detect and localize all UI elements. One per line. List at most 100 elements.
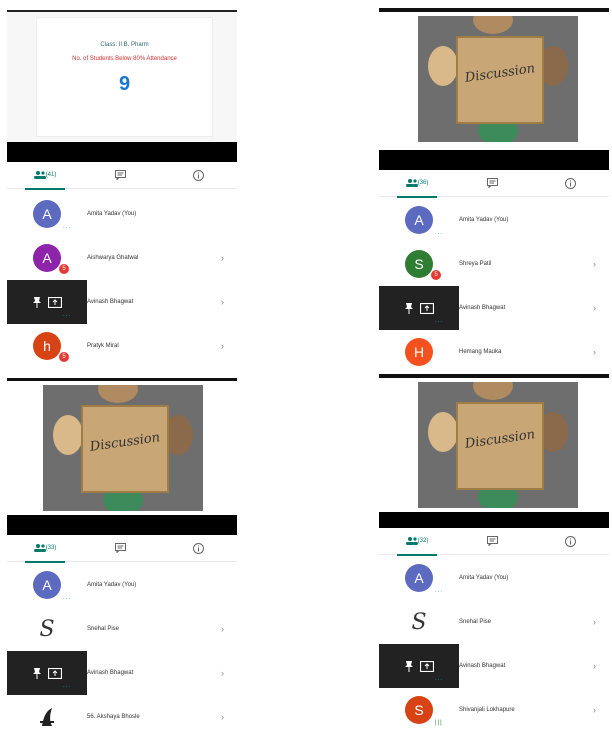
info-icon [564, 535, 576, 547]
participant-row-presenting[interactable]: ... Avinash Bhagwat › [7, 280, 237, 324]
video-black-bar [7, 142, 237, 162]
tab-info[interactable] [185, 162, 211, 188]
chevron-right-icon: › [593, 661, 596, 671]
pin-icon [405, 661, 413, 672]
participant-name: Snehal Pise [87, 626, 120, 632]
video-black-bar [7, 515, 237, 535]
participant-row[interactable]: h 5 Pratyk Miral › [7, 324, 237, 368]
participant-list: A ... Amita Yadav (You) S 5 Shreya Patil… [379, 198, 609, 374]
meet-screenshot-3: Discussion (33) A ... Amita Yadav (You) … [7, 378, 237, 737]
people-count: (33) [45, 545, 57, 551]
chat-icon [114, 170, 126, 180]
chat-icon [486, 178, 498, 188]
chevron-right-icon: › [593, 705, 596, 715]
avatar-signature: S [411, 609, 427, 635]
chat-icon [114, 543, 126, 553]
info-icon [192, 542, 204, 554]
participant-row[interactable]: A ... Amita Yadav (You) [7, 563, 237, 607]
tab-info[interactable] [557, 528, 583, 554]
participant-row-presenting[interactable]: ... Avinash Bhagwat › [379, 286, 609, 330]
tab-info[interactable] [185, 535, 211, 561]
participant-row-presenting[interactable]: ... Avinash Bhagwat › [7, 651, 237, 695]
participant-row[interactable]: 56. Akshaya Bhosle › [7, 695, 237, 737]
avatar: h [33, 332, 61, 360]
tab-people[interactable]: (32) [397, 528, 437, 556]
chevron-right-icon: › [221, 712, 224, 722]
more-dots-icon: ... [435, 676, 444, 682]
participant-name: Avinash Bhagwat [87, 299, 134, 305]
tab-people[interactable]: (41) [25, 162, 65, 190]
people-icon [405, 179, 418, 187]
slide-card: Class: II B. Pharm No. of Students Below… [37, 18, 212, 136]
participant-row[interactable]: H Hemang Mauka › [379, 330, 609, 374]
presentation-slide: Class: II B. Pharm No. of Students Below… [7, 12, 237, 142]
participant-list: A ... Amita Yadav (You) S Snehal Pise › … [379, 556, 609, 732]
participant-name: Amita Yadav (You) [459, 575, 509, 581]
tab-bar: (41) [7, 162, 237, 190]
slide-value: 9 [118, 73, 131, 95]
chevron-right-icon: › [221, 668, 224, 678]
participant-row[interactable]: S ||| Shivanjali Lokhapure › [379, 688, 609, 732]
people-icon [33, 544, 46, 552]
meet-screenshot-2: Discussion (36) A ... Amita Yadav (You) … [379, 8, 609, 374]
slide-heading: No. of Students Below 80% Attendance [72, 56, 177, 62]
tab-info[interactable] [557, 170, 583, 196]
participant-row[interactable]: A ... Amita Yadav (You) [7, 192, 237, 236]
slide-class-line: Class: II B. Pharm [100, 42, 149, 48]
tab-chat[interactable] [107, 535, 133, 561]
participant-name: Avinash Bhagwat [87, 670, 134, 676]
info-icon [564, 177, 576, 189]
participant-name: Shivanjali Lokhapure [459, 707, 515, 713]
chevron-right-icon: › [593, 617, 596, 627]
avatar: A [405, 206, 433, 234]
participant-row[interactable]: A ... Amita Yadav (You) [379, 198, 609, 242]
presentation-photo: Discussion [418, 16, 578, 142]
participant-row[interactable]: S Snehal Pise › [379, 600, 609, 644]
avatar: H [405, 338, 433, 366]
present-screen-icon [420, 660, 434, 672]
audio-level-icon: ||| [435, 720, 443, 726]
participant-name: 56. Akshaya Bhosle [87, 714, 140, 720]
people-icon [33, 171, 46, 179]
presentation-photo: Discussion [418, 382, 578, 508]
participant-name: Avinash Bhagwat [459, 663, 506, 669]
pin-icon [405, 303, 413, 314]
participant-list: A ... Amita Yadav (You) A 5 Aishwarya Gh… [7, 192, 237, 368]
more-dots-icon: ... [435, 230, 444, 236]
participant-row[interactable]: S 5 Shreya Patil › [379, 242, 609, 286]
tab-bar: (33) [7, 535, 237, 563]
chevron-right-icon: › [221, 297, 224, 307]
more-dots-icon: ... [63, 312, 72, 318]
avatar: A [33, 571, 61, 599]
board-label: Discussion [463, 61, 536, 86]
tab-people[interactable]: (36) [397, 170, 437, 198]
avatar-signature: S [39, 616, 55, 642]
chevron-right-icon: › [593, 303, 596, 313]
participant-row[interactable]: S Snehal Pise › [7, 607, 237, 651]
more-dots-icon: ... [63, 595, 72, 601]
participant-row[interactable]: A ... Amita Yadav (You) [379, 556, 609, 600]
tab-chat[interactable] [479, 528, 505, 554]
participant-name: Amita Yadav (You) [87, 211, 137, 217]
participant-row[interactable]: A 5 Aishwarya Ghatwal › [7, 236, 237, 280]
people-icon [405, 537, 418, 545]
avatar: A [33, 244, 61, 272]
tab-chat[interactable] [107, 162, 133, 188]
people-count: (36) [417, 180, 429, 186]
more-dots-icon: ... [63, 224, 72, 230]
people-count: (41) [45, 172, 57, 178]
status-badge: 5 [431, 270, 441, 280]
board-label: Discussion [463, 427, 536, 452]
participant-name: Aishwarya Ghatwal [87, 255, 139, 261]
avatar-logo-icon [40, 708, 54, 726]
tab-chat[interactable] [479, 170, 505, 196]
tab-people[interactable]: (33) [25, 535, 65, 563]
status-badge: 5 [59, 352, 69, 362]
participant-name: Amita Yadav (You) [87, 582, 137, 588]
tab-bar: (36) [379, 170, 609, 198]
participant-row-presenting[interactable]: ... Avinash Bhagwat › [379, 644, 609, 688]
chevron-right-icon: › [221, 624, 224, 634]
chevron-right-icon: › [221, 253, 224, 263]
pin-icon [33, 668, 41, 679]
participant-name: Shreya Patil [459, 261, 492, 267]
